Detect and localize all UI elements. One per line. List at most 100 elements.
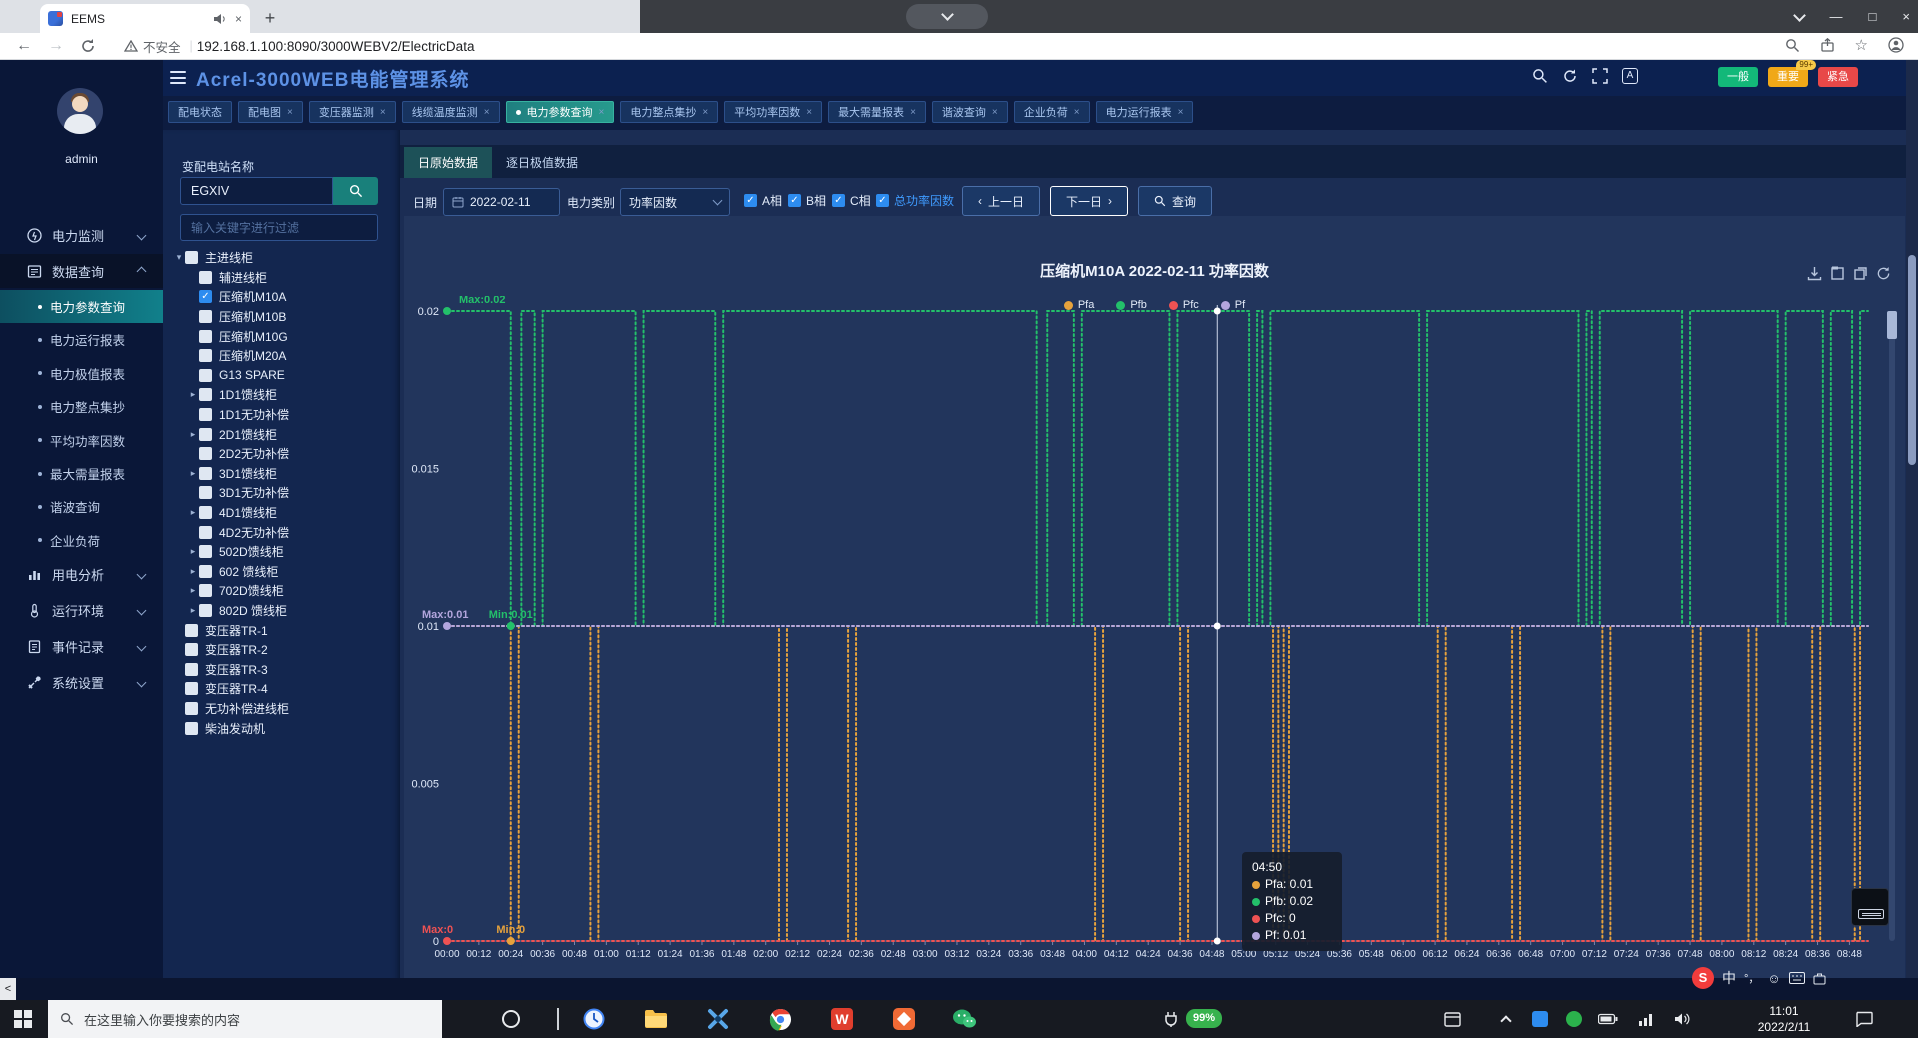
tab-close-icon[interactable]: × <box>1178 107 1184 118</box>
checkbox[interactable] <box>199 388 212 401</box>
tab-close-icon[interactable]: × <box>287 107 293 118</box>
checkbox[interactable] <box>199 330 212 343</box>
red-app-icon[interactable] <box>892 1007 916 1031</box>
datazoom-thumb[interactable] <box>1887 311 1897 339</box>
tree-node-702D馈线柜[interactable]: ▸702D馈线柜 <box>163 581 400 601</box>
caret-right-icon[interactable]: ▸ <box>187 566 199 577</box>
checkbox[interactable] <box>199 447 212 460</box>
checkbox-checked[interactable]: ✓ <box>788 194 801 207</box>
tree-node-变压器TR-4[interactable]: 变压器TR-4 <box>163 679 400 699</box>
wps-icon[interactable]: W <box>830 1007 854 1031</box>
clock-app-icon[interactable] <box>582 1007 606 1031</box>
taskbar-clock[interactable]: 11:01 2022/2/11 <box>1738 1003 1830 1035</box>
punctuation-icon[interactable]: °， <box>1744 970 1759 986</box>
hamburger-menu-icon[interactable] <box>170 71 186 84</box>
sogou-logo-icon[interactable]: S <box>1692 967 1714 989</box>
notification-center-icon[interactable] <box>1852 1007 1876 1031</box>
horizontal-scroll-track[interactable] <box>0 978 1918 1000</box>
toolbox-icon[interactable] <box>1813 972 1826 985</box>
checkbox[interactable] <box>199 349 212 362</box>
tree-node-1D1无功补偿[interactable]: 1D1无功补偿 <box>163 405 400 425</box>
wechat-icon[interactable] <box>952 1007 976 1031</box>
query-button[interactable]: 查询 <box>1138 186 1212 216</box>
fullscreen-icon[interactable] <box>1592 68 1608 84</box>
bookmark-star-icon[interactable]: ☆ <box>1855 36 1868 54</box>
sidebar-item-数据查询[interactable]: 数据查询 <box>0 254 163 288</box>
tray-blue-app-icon[interactable] <box>1528 1007 1552 1031</box>
subtab-daily-extreme[interactable]: 逐日极值数据 <box>492 147 592 178</box>
security-indicator[interactable]: 不安全 | <box>124 37 197 56</box>
tray-window-icon[interactable] <box>1440 1007 1464 1031</box>
back-icon[interactable]: ← <box>16 37 32 55</box>
tree-node-压缩机M10A[interactable]: ✓压缩机M10A <box>163 287 400 307</box>
caret-right-icon[interactable]: ▸ <box>187 507 199 518</box>
browser-avatar-icon[interactable] <box>1888 37 1904 53</box>
tree-node-变压器TR-1[interactable]: 变压器TR-1 <box>163 620 400 640</box>
tree-node-主进线柜[interactable]: ▾主进线柜 <box>163 248 400 268</box>
tab-close-icon[interactable]: × <box>702 107 708 118</box>
tree-node-502D馈线柜[interactable]: ▸502D馈线柜 <box>163 542 400 562</box>
subtab-daily-raw[interactable]: 日原始数据 <box>404 147 492 178</box>
caret-right-icon[interactable]: ▸ <box>187 585 199 596</box>
emoji-icon[interactable]: ☺ <box>1767 971 1780 986</box>
checkbox[interactable] <box>199 428 212 441</box>
window-maximize-icon[interactable]: □ <box>1869 9 1877 24</box>
window-restore-chevron-icon[interactable] <box>1793 9 1806 22</box>
sidebar-subitem-电力运行报表[interactable]: 电力运行报表 <box>0 323 163 356</box>
sidebar-item-电力监测[interactable]: 电力监测 <box>0 218 163 252</box>
module-tab-配电图[interactable]: 配电图× <box>238 101 303 123</box>
tree-node-4D1馈线柜[interactable]: ▸4D1馈线柜 <box>163 503 400 523</box>
caret-right-icon[interactable]: ▸ <box>187 605 199 616</box>
next-day-button[interactable]: 下一日› <box>1050 186 1128 216</box>
keyboard-icon[interactable] <box>1789 972 1805 984</box>
tab-close-icon[interactable]: × <box>235 12 242 26</box>
tree-node-3D1无功补偿[interactable]: 3D1无功补偿 <box>163 483 400 503</box>
checkbox[interactable] <box>199 604 212 617</box>
checkbox[interactable] <box>199 310 212 323</box>
alarm-pill-紧急[interactable]: 紧急 <box>1818 67 1858 87</box>
prev-day-button[interactable]: ‹上一日 <box>962 186 1040 216</box>
tree-filter-input[interactable]: 输入关键字进行过滤 <box>180 214 378 241</box>
floating-keyboard-widget[interactable] <box>1851 888 1889 926</box>
checkbox[interactable] <box>185 702 198 715</box>
tree-node-602 馈线柜[interactable]: ▸602 馈线柜 <box>163 562 400 582</box>
scroll-left-button[interactable]: < <box>0 978 16 1000</box>
tree-node-压缩机M10G[interactable]: 压缩机M10G <box>163 326 400 346</box>
tree-node-1D1馈线柜[interactable]: ▸1D1馈线柜 <box>163 385 400 405</box>
translate-icon[interactable]: A <box>1622 68 1638 84</box>
checkbox-C相[interactable]: ✓C相 <box>832 192 871 209</box>
checkbox-B相[interactable]: ✓B相 <box>788 192 826 209</box>
tab-close-icon[interactable]: × <box>380 107 386 118</box>
tree-node-辅进线柜[interactable]: 辅进线柜 <box>163 268 400 288</box>
checkbox[interactable] <box>199 565 212 578</box>
tree-node-变压器TR-2[interactable]: 变压器TR-2 <box>163 640 400 660</box>
share-icon[interactable] <box>1820 38 1835 53</box>
checkbox[interactable] <box>199 526 212 539</box>
tree-node-压缩机M20A[interactable]: 压缩机M20A <box>163 346 400 366</box>
caret-down-icon[interactable]: ▾ <box>173 252 185 263</box>
module-tab-电力参数查询[interactable]: 电力参数查询× <box>506 101 615 123</box>
checkbox[interactable] <box>199 271 212 284</box>
caret-right-icon[interactable]: ▸ <box>187 468 199 479</box>
checkbox[interactable] <box>185 624 198 637</box>
ime-mode-indicator[interactable]: 中 <box>1722 968 1736 988</box>
tree-node-压缩机M10B[interactable]: 压缩机M10B <box>163 307 400 327</box>
module-tab-企业负荷[interactable]: 企业负荷× <box>1014 101 1090 123</box>
checkbox[interactable] <box>199 408 212 421</box>
tray-volume-icon[interactable] <box>1670 1007 1694 1031</box>
checkbox-A相[interactable]: ✓A相 <box>744 192 782 209</box>
tray-battery-icon[interactable] <box>1596 1007 1620 1031</box>
tab-audio-icon[interactable] <box>213 13 227 25</box>
tab-close-icon[interactable]: × <box>1074 107 1080 118</box>
sidebar-item-运行环境[interactable]: 运行环境 <box>0 593 163 627</box>
datazoom-slider[interactable] <box>1889 311 1895 941</box>
chart-plot[interactable]: 00.0050.010.0150.0200:0000:1200:2400:360… <box>404 296 1905 1001</box>
caret-right-icon[interactable]: ▸ <box>187 389 199 400</box>
titlebar-dropdown-pill[interactable] <box>906 4 988 29</box>
station-search-input[interactable]: EGXIV <box>180 177 333 205</box>
station-search-button[interactable] <box>333 177 378 205</box>
tree-node-2D1馈线柜[interactable]: ▸2D1馈线柜 <box>163 424 400 444</box>
window-close-icon[interactable]: × <box>1902 9 1910 24</box>
checkbox[interactable] <box>185 722 198 735</box>
tab-close-icon[interactable]: × <box>910 107 916 118</box>
